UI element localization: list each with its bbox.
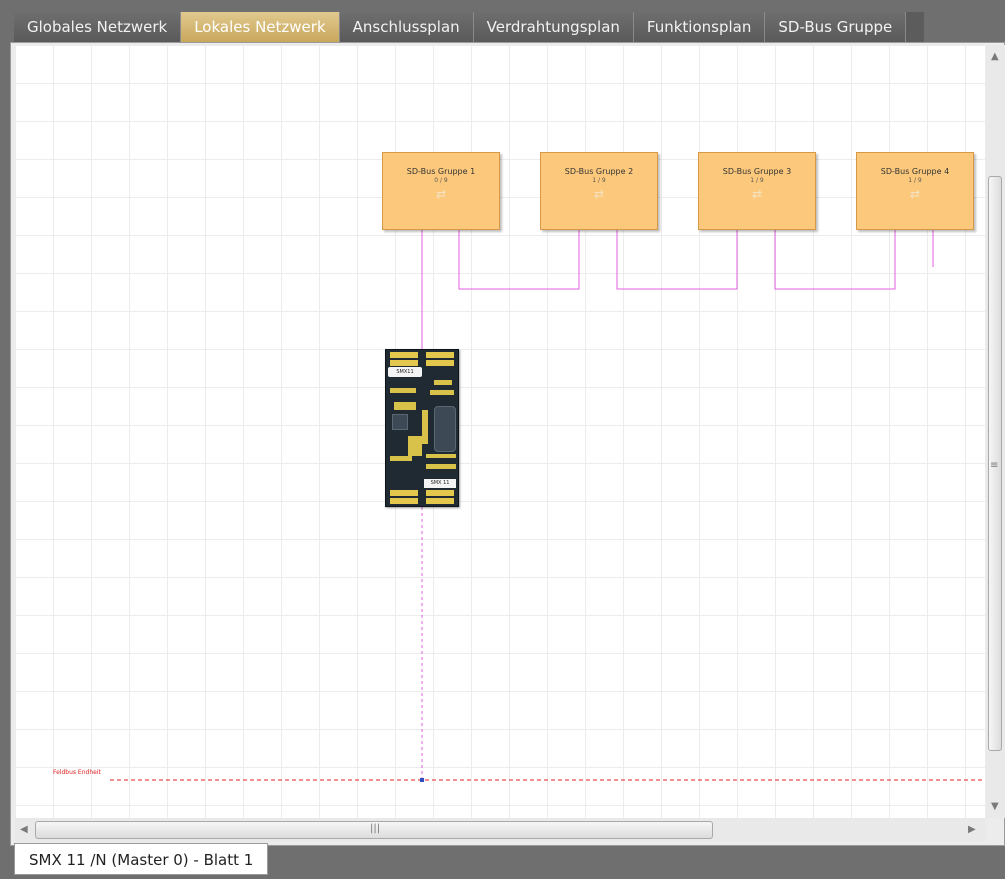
sd-bus-group-4-name: SD-Bus Gruppe 4 — [880, 167, 950, 176]
tab-bar: Globales Netzwerk Lokales Netzwerk Ansch… — [14, 12, 924, 42]
tab-verdrahtungsplan[interactable]: Verdrahtungsplan — [473, 12, 634, 42]
bus-line-group-1-to-group-2 — [458, 230, 580, 290]
sd-bus-group-3[interactable]: SD-Bus Gruppe 3 1 / 9 ⇄ — [698, 152, 816, 230]
indicator-led — [390, 456, 412, 461]
bus-line-group-3-to-group-4 — [774, 230, 896, 290]
sd-bus-group-4-count: 1 / 9 — [908, 177, 922, 184]
scroll-down-icon[interactable]: ▼ — [991, 801, 999, 812]
terminal-block — [390, 360, 418, 366]
sd-bus-group-2-name: SD-Bus Gruppe 2 — [564, 167, 634, 176]
sheet-tab[interactable]: SMX 11 /N (Master 0) - Blatt 1 — [14, 843, 269, 875]
vertical-scrollbar[interactable]: ▲ ≡ ▼ — [986, 45, 1005, 818]
smx11-master-device[interactable]: SMX11 SMX 11 — [385, 349, 459, 507]
terminal-block — [426, 490, 454, 496]
connection-lines — [110, 230, 985, 782]
sd-bus-group-2[interactable]: SD-Bus Gruppe 2 1 / 9 ⇄ — [540, 152, 658, 230]
field-bus-end-label: Feldbus Endheit — [53, 769, 101, 776]
sd-bus-group-1[interactable]: SD-Bus Gruppe 1 0 / 9 ⇄ — [382, 152, 500, 230]
sd-bus-group-2-count: 1 / 9 — [592, 177, 606, 184]
indicator-led — [430, 390, 454, 395]
connector-port — [434, 406, 456, 452]
sd-bus-group-3-name: SD-Bus Gruppe 3 — [722, 167, 792, 176]
terminal-block — [390, 498, 418, 504]
sd-bus-group-1-count: 0 / 9 — [434, 177, 448, 184]
sd-bus-group-3-count: 1 / 9 — [750, 177, 764, 184]
grip-icon: ||| — [370, 823, 381, 834]
tab-lokales-netzwerk[interactable]: Lokales Netzwerk — [181, 12, 340, 42]
scroll-right-icon[interactable]: ▶ — [968, 824, 976, 835]
indicator-led — [426, 454, 456, 458]
terminal-block — [426, 360, 454, 366]
terminal-block — [390, 352, 418, 358]
status-display — [392, 414, 408, 430]
indicator-led — [422, 410, 428, 444]
terminal-block — [426, 352, 454, 358]
bus-link-icon: ⇄ — [593, 187, 605, 201]
indicator-led — [426, 464, 456, 469]
device-label: SMX11 — [388, 367, 422, 377]
scroll-left-icon[interactable]: ◀ — [20, 824, 28, 835]
terminal-block — [390, 490, 418, 496]
indicator-led — [434, 380, 452, 385]
end-node-marker[interactable] — [420, 778, 424, 782]
sd-bus-group-1-name: SD-Bus Gruppe 1 — [406, 167, 476, 176]
terminal-block — [426, 498, 454, 504]
bus-link-icon: ⇄ — [435, 187, 447, 201]
sd-bus-group-4[interactable]: SD-Bus Gruppe 4 1 / 9 ⇄ — [856, 152, 974, 230]
tab-anschlussplan[interactable]: Anschlussplan — [339, 12, 474, 42]
indicator-led — [408, 436, 422, 456]
bus-link-icon: ⇄ — [909, 187, 921, 201]
indicator-led — [390, 388, 416, 393]
scroll-up-icon[interactable]: ▲ — [991, 51, 999, 62]
bus-line-group-2-to-group-3 — [616, 230, 738, 290]
tab-globales-netzwerk[interactable]: Globales Netzwerk — [14, 12, 182, 42]
device-model-label: SMX 11 — [424, 479, 456, 488]
tab-funktionsplan[interactable]: Funktionsplan — [633, 12, 766, 42]
bus-link-icon: ⇄ — [751, 187, 763, 201]
horizontal-scrollbar[interactable]: ◀ ||| ▶ — [15, 818, 986, 842]
tab-sd-bus-gruppe[interactable]: SD-Bus Gruppe — [765, 12, 907, 42]
network-canvas[interactable]: SD-Bus Gruppe 1 0 / 9 ⇄ SD-Bus Gruppe 2 … — [15, 45, 985, 818]
grip-icon: ≡ — [990, 460, 999, 471]
indicator-led — [394, 402, 416, 410]
